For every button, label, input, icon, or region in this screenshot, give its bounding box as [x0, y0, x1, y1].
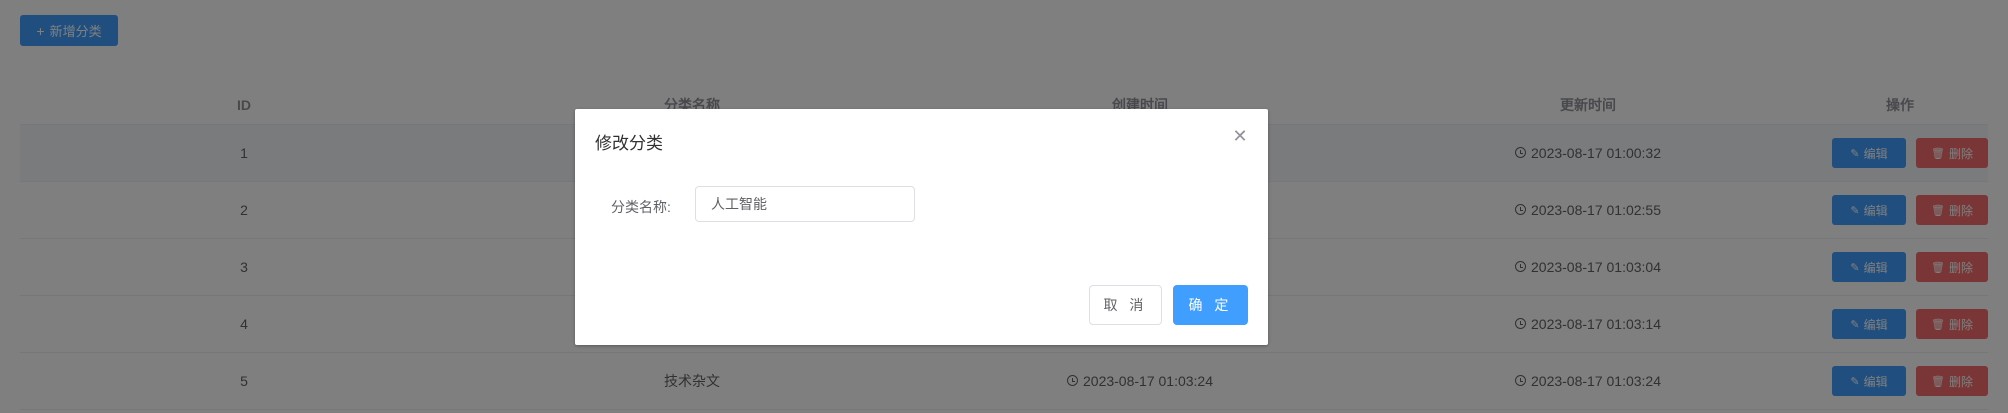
- close-icon[interactable]: ✕: [1232, 127, 1248, 145]
- category-name-label: 分类名称:: [611, 199, 671, 215]
- category-name-input[interactable]: [695, 186, 915, 222]
- cancel-button[interactable]: 取 消: [1089, 285, 1162, 325]
- edit-category-dialog: 修改分类 ✕ 分类名称: 取 消 确 定: [575, 109, 1268, 345]
- category-management-page: + 新增分类 ID 分类名称 创建时间 更新时间 操作 1 2023-08-17…: [0, 0, 2008, 413]
- dialog-title: 修改分类: [595, 134, 663, 153]
- confirm-button[interactable]: 确 定: [1173, 285, 1248, 325]
